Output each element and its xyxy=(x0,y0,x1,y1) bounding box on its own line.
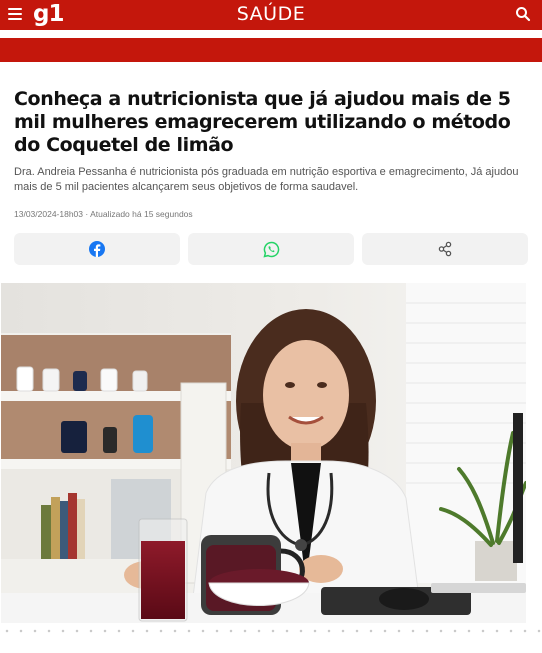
top-navigation-bar: g1 SAÚDE xyxy=(0,0,542,30)
section-title: SAÚDE xyxy=(236,3,306,25)
hero-image xyxy=(1,283,526,623)
facebook-share-button[interactable] xyxy=(14,233,180,265)
search-icon[interactable] xyxy=(515,6,531,22)
article-headline: Conheça a nutricionista que já ajudou ma… xyxy=(14,88,511,156)
dotted-divider xyxy=(0,628,542,634)
sub-header-bar xyxy=(0,38,542,62)
article-subtitle: Dra. Andreia Pessanha é nutricionista pó… xyxy=(14,166,519,193)
generic-share-button[interactable] xyxy=(362,233,528,265)
facebook-icon xyxy=(89,241,105,257)
share-bar xyxy=(14,233,528,265)
nutritionist-photo xyxy=(1,283,526,623)
whatsapp-icon xyxy=(262,241,279,258)
whatsapp-share-button[interactable] xyxy=(188,233,354,265)
article-timestamp: 13/03/2024-18h03 · Atualizado há 15 segu… xyxy=(14,209,193,219)
share-icon xyxy=(438,241,452,257)
